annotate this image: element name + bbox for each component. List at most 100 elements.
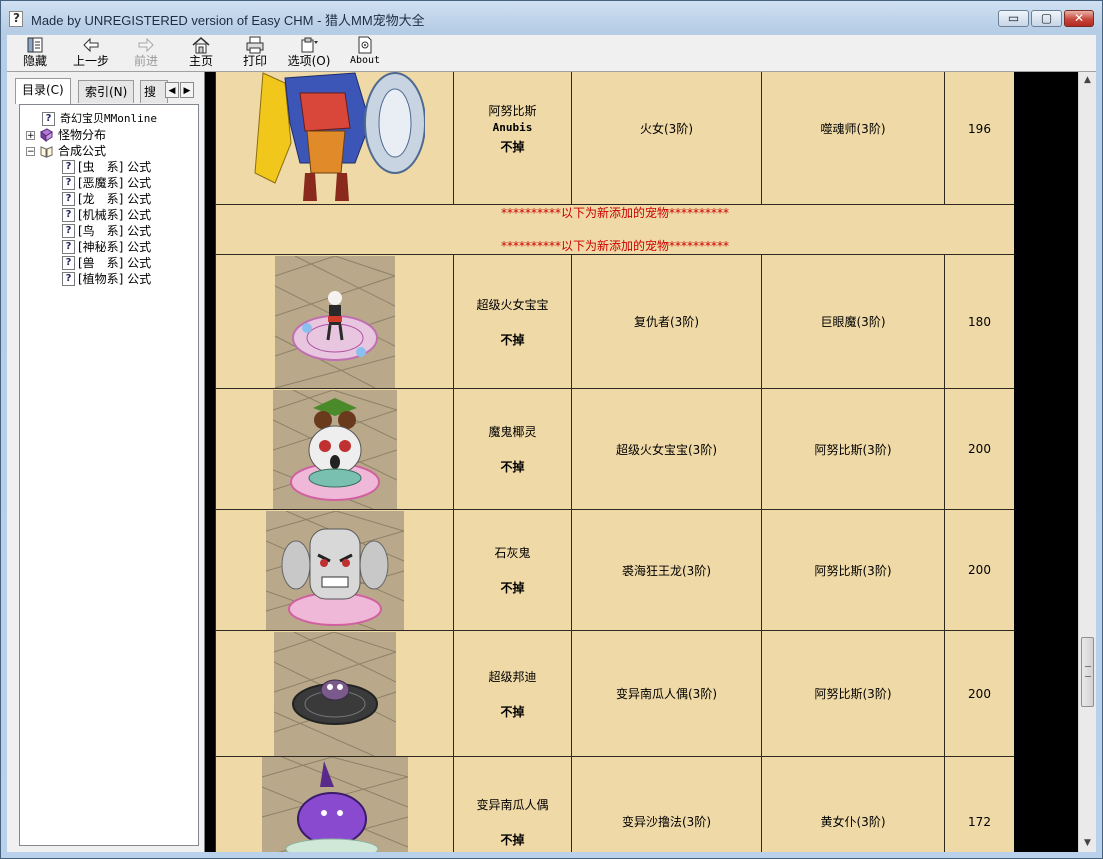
- pet-image-cell: [215, 388, 454, 510]
- help-file-icon: ?: [9, 11, 23, 27]
- pet-name-cell: 魔鬼椰灵 不掉: [453, 388, 572, 510]
- pet-image-cell: [215, 509, 454, 631]
- anubis-sprite: [253, 72, 425, 201]
- open-book-icon: [40, 146, 53, 158]
- tree-item-label: 怪物分布: [58, 128, 107, 142]
- level-cell: 200: [944, 630, 1015, 757]
- maximize-button[interactable]: ▢: [1031, 10, 1062, 27]
- banner-text-top: **********以下为新添加的宠物**********: [500, 206, 729, 220]
- title-bar[interactable]: ? Made by UNREGISTERED version of Easy C…: [1, 1, 1102, 35]
- back-label: 上一步: [72, 54, 109, 68]
- pet-name: 阿努比斯: [488, 104, 537, 118]
- maximize-icon: ▢: [1040, 11, 1053, 25]
- tree-item-label: [恶魔系] 公式: [78, 176, 152, 190]
- home-label: 主页: [188, 54, 213, 68]
- tree-item-label: [机械系] 公式: [78, 208, 152, 222]
- help-topic-icon: ?: [62, 208, 75, 222]
- tab-scroll-left[interactable]: ◀: [165, 82, 179, 98]
- page-margin: [1014, 72, 1079, 852]
- hide-label: 隐藏: [22, 54, 47, 68]
- pet-sprite: [274, 255, 395, 388]
- scroll-down-icon[interactable]: ▼: [1079, 835, 1096, 852]
- tree-item-label: 奇幻宝贝MMonline: [60, 112, 157, 125]
- parent-b-cell: 阿努比斯(3阶): [761, 630, 945, 757]
- parent-a-cell: 裘海狂王龙(3阶): [571, 509, 762, 631]
- table-row: 超级邦迪 不掉 变异南瓜人偶(3阶) 阿努比斯(3阶) 200: [215, 630, 1015, 757]
- options-button[interactable]: 选项(O): [287, 35, 331, 71]
- parent-a-cell: 变异南瓜人偶(3阶): [571, 630, 762, 757]
- pet-image-cell: [215, 254, 454, 389]
- scrollbar-thumb[interactable]: [1081, 637, 1094, 707]
- forward-button[interactable]: 前进: [129, 35, 163, 71]
- table-row: 阿努比斯 Anubis 不掉 火女(3阶) 噬魂师(3阶) 196: [215, 72, 1015, 205]
- table-row: 变异南瓜人偶 不掉 变异沙撸法(3阶) 黄女仆(3阶) 172: [215, 756, 1015, 852]
- help-topic-icon: ?: [62, 240, 75, 254]
- chevron-left-icon: ◀: [168, 86, 176, 96]
- pet-name-cell: 石灰鬼 不掉: [453, 509, 572, 631]
- tree-item-label: [神秘系] 公式: [78, 240, 152, 254]
- parent-a-cell: 火女(3阶): [571, 72, 762, 205]
- tab-index[interactable]: 索引(N): [78, 80, 135, 103]
- contents-tree: ? 奇幻宝贝MMonline + 怪物分布 − 合成公式 ? [虫 系] 公式 …: [19, 104, 199, 846]
- home-icon: [192, 37, 210, 54]
- print-button[interactable]: 打印: [239, 35, 271, 71]
- expand-plus-icon[interactable]: +: [26, 131, 35, 141]
- pet-table: 阿努比斯 Anubis 不掉 火女(3阶) 噬魂师(3阶) 196 ******…: [215, 72, 1015, 852]
- tab-search[interactable]: 搜索: [140, 80, 168, 103]
- help-topic-icon: ?: [62, 224, 75, 238]
- hide-button[interactable]: 隐藏: [17, 35, 53, 71]
- drop-status: 不掉: [500, 832, 525, 847]
- options-icon: [301, 37, 318, 53]
- vertical-scrollbar[interactable]: ▲ ▼: [1078, 72, 1096, 852]
- level-cell: 200: [944, 509, 1015, 631]
- back-button[interactable]: 上一步: [69, 35, 113, 71]
- content-pane[interactable]: 阿努比斯 Anubis 不掉 火女(3阶) 噬魂师(3阶) 196 ******…: [204, 72, 1079, 852]
- about-label: About: [349, 55, 381, 66]
- tree-item-label: 合成公式: [58, 144, 107, 158]
- forward-label: 前进: [133, 54, 158, 68]
- navigation-pane: 目录(C) 索引(N) 搜索 ◀ ▶ ? 奇幻宝贝MMonline + 怪物分布…: [7, 72, 204, 852]
- about-icon: [358, 36, 372, 54]
- drop-status: 不掉: [500, 704, 525, 719]
- tree-item-label: [植物系] 公式: [78, 272, 152, 286]
- level-cell: 172: [944, 756, 1015, 852]
- parent-b-cell: 阿努比斯(3阶): [761, 388, 945, 510]
- home-button[interactable]: 主页: [185, 35, 217, 71]
- pet-image-cell: [215, 72, 454, 205]
- pet-english-name: Anubis: [492, 121, 533, 134]
- hide-pane-icon: [27, 37, 43, 53]
- scroll-up-icon[interactable]: ▲: [1079, 72, 1096, 89]
- tree-item-label: [龙 系] 公式: [78, 192, 152, 206]
- pet-image-cell: [215, 756, 454, 852]
- pet-name-cell: 变异南瓜人偶 不掉: [453, 756, 572, 852]
- chevron-right-icon: ▶: [183, 86, 191, 96]
- table-row: 石灰鬼 不掉 裘海狂王龙(3阶) 阿努比斯(3阶) 200: [215, 509, 1015, 631]
- close-button[interactable]: ✕: [1064, 10, 1094, 27]
- drop-status: 不掉: [500, 332, 525, 347]
- level-cell: 180: [944, 254, 1015, 389]
- about-button[interactable]: About: [347, 35, 383, 71]
- tab-scroll-right[interactable]: ▶: [180, 82, 194, 98]
- pet-sprite: [265, 510, 404, 630]
- pet-name: 超级火女宝宝: [476, 297, 549, 312]
- pet-image-cell: [215, 630, 454, 757]
- pet-sprite: [273, 631, 396, 756]
- print-label: 打印: [242, 54, 267, 68]
- table-row: 超级火女宝宝 不掉 复仇者(3阶) 巨眼魔(3阶) 180: [215, 254, 1015, 389]
- minimize-button[interactable]: ▭: [998, 10, 1029, 27]
- options-label: 选项(O): [287, 54, 331, 68]
- pet-sprite: [272, 389, 397, 509]
- window-title: Made by UNREGISTERED version of Easy CHM…: [31, 13, 425, 28]
- parent-a-cell: 超级火女宝宝(3阶): [571, 388, 762, 510]
- help-topic-icon: ?: [42, 112, 55, 126]
- collapse-minus-icon[interactable]: −: [26, 147, 35, 157]
- parent-a-cell: 变异沙撸法(3阶): [571, 756, 762, 852]
- drop-status: 不掉: [500, 581, 525, 595]
- tab-contents[interactable]: 目录(C): [15, 78, 71, 104]
- table-row: 魔鬼椰灵 不掉 超级火女宝宝(3阶) 阿努比斯(3阶) 200: [215, 388, 1015, 510]
- tree-item-label: [鸟 系] 公式: [78, 224, 152, 238]
- parent-a-cell: 复仇者(3阶): [571, 254, 762, 389]
- pet-name-cell: 阿努比斯 Anubis 不掉: [453, 72, 572, 205]
- new-pets-banner: **********以下为新添加的宠物********** **********…: [215, 204, 1015, 255]
- help-topic-icon: ?: [62, 192, 75, 206]
